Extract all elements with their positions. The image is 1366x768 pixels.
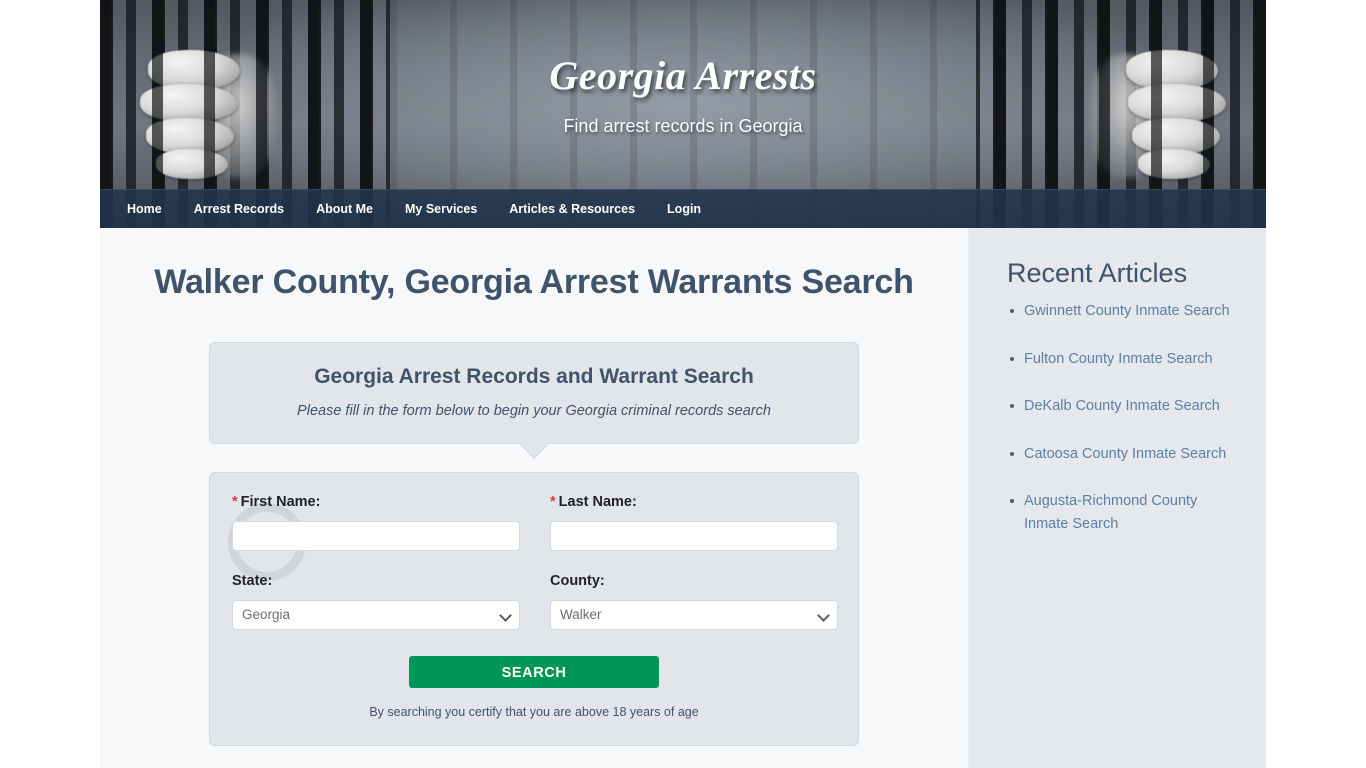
location-field-row: State: Georgia County: Walker [232,572,838,630]
bubble-tail-inner-icon [520,443,548,457]
county-label: County: [550,573,605,589]
site-tagline: Find arrest records in Georgia [563,116,803,136]
search-button[interactable]: SEARCH [409,656,659,688]
first-name-field-group: * First Name: [232,493,520,551]
search-button-wrap: SEARCH [232,656,836,688]
list-item: Gwinnett County Inmate Search [1010,300,1238,323]
county-select[interactable]: Walker [550,600,838,630]
last-name-field-group: * Last Name: [550,493,838,551]
list-item: Fulton County Inmate Search [1010,348,1238,371]
list-item: Catoosa County Inmate Search [1010,443,1238,466]
required-asterisk-icon: * [550,494,556,510]
page-title: Walker County, Georgia Arrest Warrants S… [154,263,914,301]
sidebar-article-fulton[interactable]: Fulton County Inmate Search [1024,351,1213,367]
form-intro-bubble: Georgia Arrest Records and Warrant Searc… [209,342,859,459]
main-navigation: Home Arrest Records About Me My Services… [100,189,1266,228]
nav-item-my-services[interactable]: My Services [389,190,493,229]
first-name-label-text: First Name: [240,494,321,510]
sidebar-article-dekalb[interactable]: DeKalb County Inmate Search [1024,398,1220,414]
chevron-down-icon [819,611,828,620]
form-intro-subheading: Please fill in the form below to begin y… [297,403,771,419]
last-name-label-text: Last Name: [558,494,637,510]
field-row-spacer [232,551,836,572]
county-field-group: County: Walker [550,572,838,630]
nav-item-about-me[interactable]: About Me [300,190,389,229]
nav-item-arrest-records[interactable]: Arrest Records [178,190,300,229]
sidebar-article-augusta-richmond[interactable]: Augusta-Richmond County Inmate Search [1024,493,1197,532]
content-area: Walker County, Georgia Arrest Warrants S… [100,228,1266,768]
state-select[interactable]: Georgia [232,600,520,630]
sidebar-article-catoosa[interactable]: Catoosa County Inmate Search [1024,446,1226,462]
banner-text-block: Georgia Arrests Find arrest records in G… [100,52,1266,137]
state-select-wrap: Georgia [232,600,520,630]
nav-item-articles-resources[interactable]: Articles & Resources [493,190,651,229]
arrest-search-form: * First Name: * Last Name: State: Georgi… [209,472,859,746]
site-title: Georgia Arrests [549,53,817,98]
state-field-group: State: Georgia [232,572,520,630]
last-name-input[interactable] [550,521,838,551]
list-item: DeKalb County Inmate Search [1010,395,1238,418]
site-banner: Georgia Arrests Find arrest records in G… [100,0,1266,228]
main-column: Walker County, Georgia Arrest Warrants S… [100,228,968,768]
first-name-label: * First Name: [232,493,520,511]
sidebar-title: Recent Articles [1007,258,1188,288]
county-select-wrap: Walker [550,600,838,630]
chevron-down-icon [501,611,510,620]
sidebar: Recent Articles Gwinnett County Inmate S… [968,228,1266,768]
state-label: State: [232,573,273,589]
site-container: Georgia Arrests Find arrest records in G… [100,0,1266,768]
required-asterisk-icon: * [232,494,238,510]
nav-item-login[interactable]: Login [651,190,717,229]
page-root: Georgia Arrests Find arrest records in G… [0,0,1366,768]
form-intro-heading: Georgia Arrest Records and Warrant Searc… [314,365,754,388]
list-item: Augusta-Richmond County Inmate Search [1010,490,1238,535]
age-disclaimer: By searching you certify that you are ab… [369,705,699,719]
first-name-input[interactable] [232,521,520,551]
last-name-label: * Last Name: [550,493,838,511]
sidebar-article-gwinnett[interactable]: Gwinnett County Inmate Search [1024,303,1230,319]
nav-item-home[interactable]: Home [113,190,178,229]
recent-articles-list: Gwinnett County Inmate Search Fulton Cou… [1007,300,1238,535]
name-field-row: * First Name: * Last Name: [232,493,838,551]
